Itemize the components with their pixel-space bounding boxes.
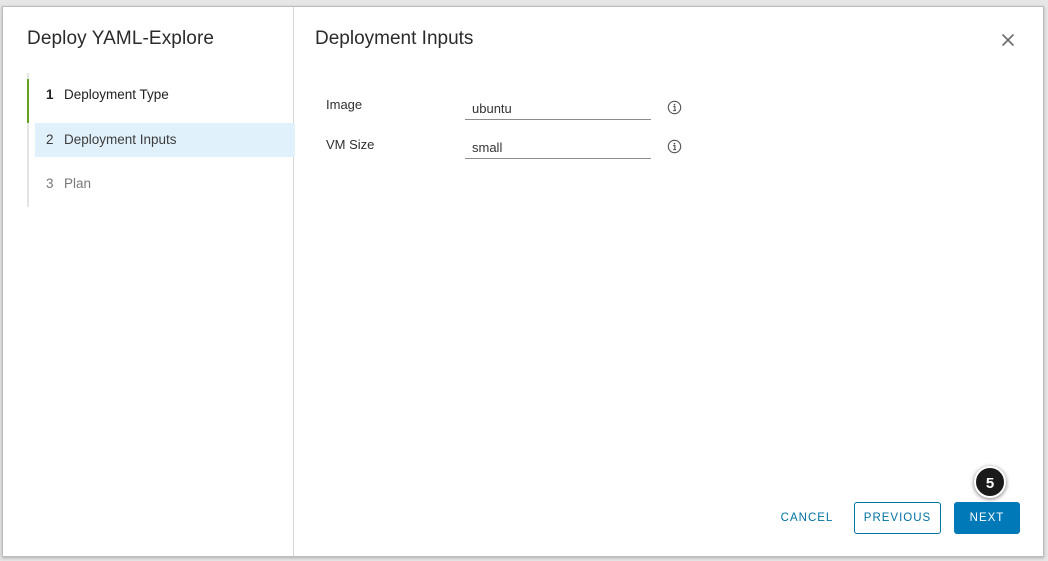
step-label: Plan [64,176,92,191]
image-label: Image [326,97,363,112]
step-label: Deployment Type [64,87,169,102]
step-number: 1 [46,87,54,102]
vm-size-field[interactable] [465,137,651,159]
step-plan[interactable]: 3 Plan [29,167,295,201]
close-icon[interactable] [999,31,1017,49]
image-field[interactable] [465,98,651,120]
info-icon[interactable] [667,100,682,115]
vm-size-label: VM Size [326,137,375,152]
step-deployment-type[interactable]: 1 Deployment Type [27,79,293,123]
wizard-content: Deployment Inputs Image VM Size CANCEL P… [294,7,1043,556]
step-number: 2 [46,132,54,147]
step-label: Deployment Inputs [64,132,177,147]
previous-button[interactable]: PREVIOUS [854,502,941,534]
info-icon[interactable] [667,139,682,154]
page-title: Deployment Inputs [315,28,474,49]
deploy-wizard-dialog: Deploy YAML-Explore 1 Deployment Type 2 De… [2,6,1044,557]
step-callout-badge: 5 [974,466,1006,498]
cancel-button[interactable]: CANCEL [772,502,842,534]
next-button[interactable]: NEXT [954,502,1020,534]
wizard-title: Deploy YAML-Explore [27,28,215,49]
wizard-steps: 1 Deployment Type 2 Deployment Inputs 3 Pla… [27,73,295,207]
wizard-sidebar: Deploy YAML-Explore 1 Deployment Type 2 De… [3,7,295,556]
step-number: 3 [46,176,54,191]
step-deployment-inputs[interactable]: 2 Deployment Inputs [35,123,295,157]
